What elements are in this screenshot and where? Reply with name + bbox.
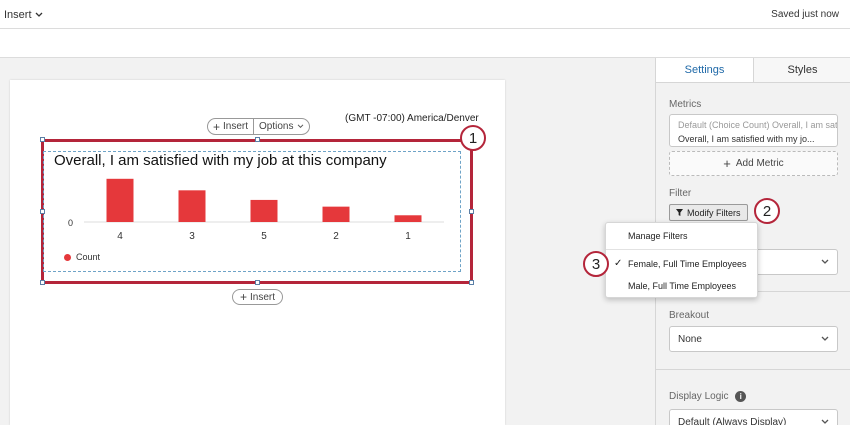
chevron-down-icon [297,124,303,129]
section-divider [656,369,850,370]
check-icon: ✓ [614,258,623,269]
x-tick-label: 5 [261,231,267,242]
breakout-select[interactable]: None [669,326,838,352]
insert-below-label: Insert [250,291,276,303]
widget-options-button[interactable]: Options [253,119,308,134]
menu-item-label: Male, Full Time Employees [628,281,737,291]
insert-menu[interactable]: Insert [4,9,43,21]
menu-item-male-full-time[interactable]: Male, Full Time Employees [606,281,757,295]
plus-icon: + [213,119,221,134]
bar-5[interactable] [250,199,278,222]
display-logic-text: Display Logic [669,391,729,403]
callout-number: 2 [762,202,772,220]
bar-4[interactable] [106,178,134,222]
callout-1: 1 [460,125,486,151]
secondary-toolbar [0,29,850,58]
callout-2: 2 [754,198,780,224]
resize-handle[interactable] [40,137,45,142]
display-logic-select[interactable]: Default (Always Display) [669,409,838,425]
x-tick-label: 2 [333,231,339,242]
tab-settings[interactable]: Settings [656,58,754,82]
bar-2[interactable] [322,206,350,222]
chevron-down-icon [35,12,42,17]
menu-item-female-full-time[interactable]: ✓ Female, Full Time Employees [606,258,757,273]
add-metric-label: Add Metric [735,158,784,169]
display-logic-label: Display Logic i [669,391,747,403]
legend-label: Count [76,252,101,262]
timezone-label: (GMT -07:00) America/Denver [345,113,479,124]
resize-handle[interactable] [255,280,260,285]
menu-divider [606,249,757,250]
x-tick-label: 4 [117,231,123,242]
plus-icon: + [723,155,731,171]
info-icon[interactable]: i [735,391,747,402]
panel-tabs: Settings Styles [656,58,850,83]
chevron-down-icon [821,419,829,424]
modify-filters-label: Modify Filters [687,207,741,218]
bar-3[interactable] [178,190,206,222]
breakout-label: Breakout [669,310,710,321]
chevron-down-icon [821,259,829,264]
resize-handle[interactable] [469,280,474,285]
insert-below-button[interactable]: + Insert [232,289,284,305]
filter-icon [676,209,683,216]
resize-handle[interactable] [469,209,474,214]
metric-field[interactable]: Default (Choice Count) Overall, I am sat… [669,114,838,147]
callout-3: 3 [583,251,609,277]
widget-toolbar: + Insert Options [207,118,310,135]
legend-swatch [64,253,71,261]
callout-number: 3 [591,255,601,273]
menu-item-manage-filters[interactable]: Manage Filters [606,231,757,245]
x-tick-label: 3 [189,231,195,242]
metrics-label: Metrics [669,99,702,110]
callout-number: 1 [468,129,478,147]
display-logic-value: Default (Always Display) [678,416,787,425]
metric-value: Overall, I am satisfied with my jo... [678,134,815,144]
add-metric-button[interactable]: + Add Metric [669,151,838,176]
plus-icon: + [240,290,248,304]
widget-options-label: Options [259,121,294,132]
menu-item-label: Manage Filters [628,231,688,241]
bar-chart: 0 4 3 5 2 1 [68,178,444,242]
filter-dropdown-menu: Manage Filters ✓ Female, Full Time Emplo… [605,222,758,298]
chart-legend: Count [64,252,100,262]
insert-menu-label: Insert [4,9,32,21]
y-tick-label: 0 [68,218,73,228]
bar-1[interactable] [394,215,422,222]
breakout-value: None [678,333,702,345]
metric-default-text: Default (Choice Count) Overall, I am sat… [678,120,838,130]
tab-styles[interactable]: Styles [754,58,850,82]
menu-item-label: Female, Full Time Employees [628,259,747,269]
save-status: Saved just now [771,9,839,20]
resize-handle[interactable] [255,137,260,142]
x-tick-label: 1 [405,231,411,242]
resize-handle[interactable] [40,280,45,285]
widget-insert-label: Insert [223,121,249,132]
filter-label: Filter [669,188,692,199]
modify-filters-button[interactable]: Modify Filters [669,204,748,221]
widget-insert-button[interactable]: + Insert [208,119,253,134]
chevron-down-icon [821,336,829,341]
top-bar: Insert Saved just now [0,0,850,29]
